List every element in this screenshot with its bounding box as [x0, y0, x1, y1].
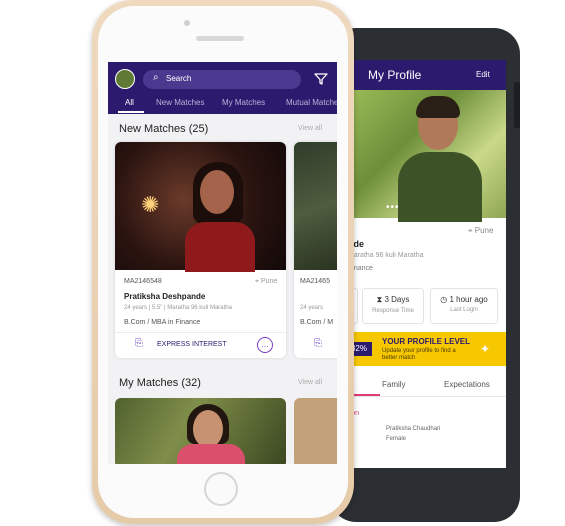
match-education: B.Com / M: [300, 319, 334, 326]
profile-title: My Profile: [368, 68, 422, 82]
match-card[interactable]: [115, 398, 286, 464]
match-details: 24 years: [300, 305, 324, 311]
filter-icon[interactable]: [314, 72, 328, 86]
match-card[interactable]: MA21465 24 years B.Com / M ⎘: [294, 142, 337, 358]
match-photo-dress: [185, 222, 255, 272]
stat-response-time: ⧗ 3 Days Response Time: [362, 288, 424, 324]
match-details: 24 years | 5.5" | Maratha 96 kuli Marath…: [124, 305, 232, 311]
express-interest-icon[interactable]: ⎘: [314, 338, 322, 349]
sparkle-icon: ✦: [480, 342, 491, 356]
front-camera: [184, 20, 190, 26]
match-education: B.Com / MBA in Finance: [124, 319, 201, 326]
hourglass-icon: ⧗: [376, 295, 383, 304]
match-card[interactable]: [294, 398, 337, 464]
profile-level-banner[interactable]: 32% YOUR PROFILE LEVEL Update your profi…: [340, 332, 506, 366]
active-tab-indicator: [118, 111, 144, 113]
express-interest-icon: ⎘: [135, 338, 143, 349]
new-matches-title: New Matches (25): [119, 123, 209, 135]
chat-icon[interactable]: …: [257, 337, 273, 353]
match-id: MA2146548: [124, 278, 162, 285]
new-matches-view-all[interactable]: View all: [298, 125, 322, 132]
profile-stats: ⧗ 3 Days Response Time ◷ 1 hour ago Last…: [340, 288, 506, 324]
profile-location: ⌖ Pune: [468, 226, 494, 235]
express-interest-button[interactable]: EXPRESS INTEREST: [157, 341, 227, 348]
location-pin-icon: ⌖: [468, 226, 473, 235]
clock-icon: ◷: [440, 295, 448, 304]
home-button[interactable]: [204, 472, 238, 506]
search-input[interactable]: Search: [166, 74, 191, 83]
my-matches-title: My Matches (32): [119, 377, 201, 389]
tab-all[interactable]: All: [125, 98, 134, 107]
android-side-button: [514, 82, 520, 128]
match-id: MA21465: [300, 278, 330, 285]
my-matches-view-all[interactable]: View all: [298, 379, 322, 386]
edit-button[interactable]: Edit: [476, 70, 490, 79]
tab-mutual-matches[interactable]: Mutual Matches: [286, 98, 337, 107]
profile-photo-body: [398, 152, 482, 222]
match-photo-face: [200, 170, 234, 214]
location-pin-icon: ⌖: [255, 278, 259, 285]
search-icon: ⌕: [153, 72, 159, 83]
detail-line: Pratiksha Chaudhari: [386, 426, 441, 432]
profile-community: Maratha 96 kuli Maratha: [348, 252, 424, 259]
stat-last-login: ◷ 1 hour ago Last Login: [430, 288, 498, 324]
sparkler: ✺: [141, 192, 160, 217]
match-photo-face: [193, 410, 223, 448]
match-card[interactable]: ✺ MA2146548 ⌖ Pune Pratiksha Deshpande 2…: [115, 142, 286, 358]
detail-line: Female: [386, 436, 407, 442]
profile-level-subtitle: Update your profile to find a better mat…: [382, 348, 456, 361]
my-profile-screen: My Profile Edit ••• ⌖ Pune nde Maratha 9…: [340, 60, 506, 468]
matches-screen: ⌕ Search All New Matches My Matches Mutu…: [108, 62, 337, 464]
tab-expectations[interactable]: Expectations: [444, 380, 490, 389]
profile-level-title: YOUR PROFILE LEVEL: [382, 337, 471, 346]
tab-new-matches[interactable]: New Matches: [156, 98, 204, 107]
match-photo-top: [177, 444, 245, 464]
avatar[interactable]: [115, 69, 135, 89]
tab-my-matches[interactable]: My Matches: [222, 98, 265, 107]
divider: [115, 332, 286, 333]
match-location: ⌖ Pune: [255, 278, 278, 285]
earpiece: [196, 36, 244, 41]
photo-carousel-dots[interactable]: •••: [386, 203, 400, 213]
tab-family[interactable]: Family: [382, 380, 406, 389]
match-name: Pratiksha Deshpande: [124, 292, 206, 301]
match-photo: [294, 142, 337, 270]
profile-photo-hair: [416, 96, 460, 118]
